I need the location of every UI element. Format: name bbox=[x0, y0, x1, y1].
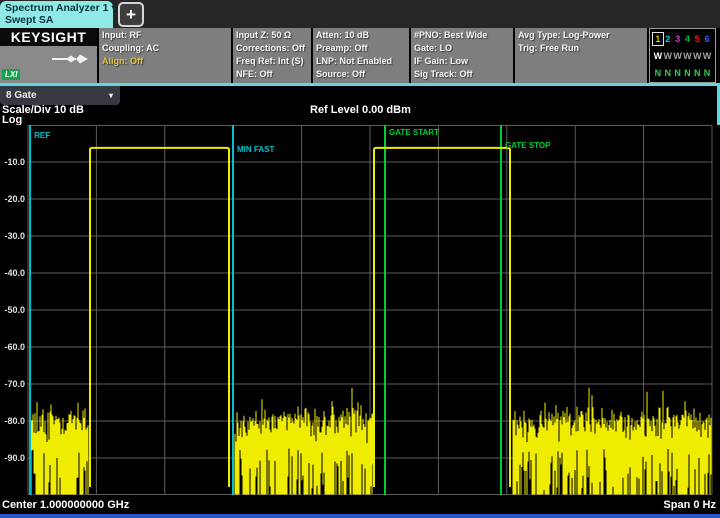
spectrum-plot[interactable]: -10.0 -20.0 -30.0 -40.0 -50.0 -60.0 -70.0 -80.0… bbox=[0, 125, 720, 495]
trace-2-detector-indicator[interactable]: N bbox=[663, 67, 673, 79]
keysight-wordmark: KEYSIGHT bbox=[0, 28, 97, 46]
bottom-accent-line bbox=[0, 514, 720, 518]
y-axis-label: -40.0 bbox=[4, 268, 25, 278]
status-line: Input: RF bbox=[102, 29, 228, 42]
add-tab-button[interactable]: + bbox=[118, 2, 144, 27]
keysight-logo: KEYSIGHT LXI bbox=[0, 28, 97, 83]
y-axis-label: -30.0 bbox=[4, 231, 25, 241]
gate-view-label: 8 Gate bbox=[6, 90, 37, 101]
marker-label-gate-start: GATE START bbox=[389, 128, 439, 137]
trace-6-button[interactable]: 6 bbox=[702, 33, 712, 45]
trace-6-type-indicator[interactable]: W bbox=[702, 50, 712, 62]
gate-view-dropdown[interactable]: 8 Gate ▾ bbox=[0, 86, 120, 105]
status-line: Avg Type: Log-Power bbox=[518, 29, 644, 42]
marker-label-ref: REF bbox=[34, 131, 50, 140]
y-axis-label: -50.0 bbox=[4, 305, 25, 315]
status-line: Preamp: Off bbox=[316, 42, 406, 55]
marker-label-min-fast: MIN FAST bbox=[237, 145, 274, 154]
frequency-footer: Center 1.000000000 GHz Span 0 Hz bbox=[0, 495, 720, 514]
status-line: Gate: LO bbox=[414, 42, 510, 55]
status-line: Trig: Free Run bbox=[518, 42, 644, 55]
status-panel-3[interactable]: Atten: 10 dBPreamp: OffLNP: Not EnabledS… bbox=[313, 28, 409, 83]
status-line: Input Z: 50 Ω bbox=[236, 29, 308, 42]
trace-1-detector-indicator[interactable]: N bbox=[653, 67, 663, 79]
trace-1-button[interactable]: 1 bbox=[653, 33, 663, 45]
y-axis-label: -20.0 bbox=[4, 194, 25, 204]
status-panel-2[interactable]: Input Z: 50 ΩCorrections: OffFreq Ref: I… bbox=[233, 28, 311, 83]
status-line: Atten: 10 dB bbox=[316, 29, 406, 42]
y-axis-label: -70.0 bbox=[4, 379, 25, 389]
trace-3-detector-indicator[interactable]: N bbox=[673, 67, 683, 79]
status-line: Corrections: Off bbox=[236, 42, 308, 55]
trace-4-type-indicator[interactable]: W bbox=[682, 50, 692, 62]
span-label[interactable]: Span 0 Hz bbox=[663, 499, 716, 511]
trace-1-type-indicator[interactable]: W bbox=[653, 50, 663, 62]
trace-6-detector-indicator[interactable]: N bbox=[702, 67, 712, 79]
trace-3-type-indicator[interactable]: W bbox=[673, 50, 683, 62]
y-axis-label: -10.0 bbox=[4, 157, 25, 167]
tab-bar: Spectrum Analyzer 1▾ Swept SA + bbox=[0, 0, 720, 28]
y-axis-label: -60.0 bbox=[4, 342, 25, 352]
status-panels: Input: RFCoupling: ACAlign: OffInput Z: … bbox=[99, 28, 649, 83]
status-line: #PNO: Best Wide bbox=[414, 29, 510, 42]
status-line: Align: Off bbox=[102, 55, 228, 68]
status-line: Freq Ref: Int (S) bbox=[236, 55, 308, 68]
status-line: LNP: Not Enabled bbox=[316, 55, 406, 68]
tab-subtitle: Swept SA bbox=[5, 14, 108, 26]
trace-5-detector-indicator[interactable]: N bbox=[692, 67, 702, 79]
status-line: IF Gain: Low bbox=[414, 55, 510, 68]
center-frequency-label[interactable]: Center 1.000000000 GHz bbox=[2, 499, 129, 511]
marker-label-gate-stop: GATE STOP bbox=[505, 141, 551, 150]
status-line: Coupling: AC bbox=[102, 42, 228, 55]
trace-status-panel: 123456WWWWWWNNNNNN bbox=[649, 28, 716, 83]
status-line: Sig Track: Off bbox=[414, 68, 510, 81]
trace-3-button[interactable]: 3 bbox=[673, 33, 683, 45]
y-axis-label: -80.0 bbox=[4, 416, 25, 426]
status-line: Source: Off bbox=[316, 68, 406, 81]
trace-2-type-indicator[interactable]: W bbox=[663, 50, 673, 62]
spectrum-analyzer-app: Spectrum Analyzer 1▾ Swept SA + KEYSIGHT… bbox=[0, 0, 720, 518]
status-panel-1[interactable]: Input: RFCoupling: ACAlign: Off bbox=[99, 28, 231, 83]
chevron-down-icon: ▾ bbox=[109, 86, 113, 105]
lxi-badge: LXI bbox=[2, 69, 20, 80]
ref-level-label[interactable]: Ref Level 0.00 dBm bbox=[310, 104, 411, 116]
tab-title: Spectrum Analyzer 1 bbox=[5, 2, 108, 14]
keysight-arrow-icon bbox=[52, 53, 88, 65]
status-panel-4[interactable]: #PNO: Best WideGate: LOIF Gain: LowSig T… bbox=[411, 28, 513, 83]
status-panel-5[interactable]: Avg Type: Log-PowerTrig: Free Run bbox=[515, 28, 647, 83]
trace-5-type-indicator[interactable]: W bbox=[692, 50, 702, 62]
y-axis-label: -90.0 bbox=[4, 453, 25, 463]
chevron-down-icon: ▾ bbox=[111, 3, 115, 12]
status-line: NFE: Off bbox=[236, 68, 308, 81]
status-header: KEYSIGHT LXI Input: RFCoupling: ACAlign:… bbox=[0, 28, 720, 83]
trace-4-button[interactable]: 4 bbox=[682, 33, 692, 45]
trace-4-detector-indicator[interactable]: N bbox=[682, 67, 692, 79]
trace-5-button[interactable]: 5 bbox=[692, 33, 702, 45]
tab-spectrum-analyzer-1[interactable]: Spectrum Analyzer 1▾ Swept SA bbox=[0, 1, 113, 28]
trace-2-button[interactable]: 2 bbox=[663, 33, 673, 45]
